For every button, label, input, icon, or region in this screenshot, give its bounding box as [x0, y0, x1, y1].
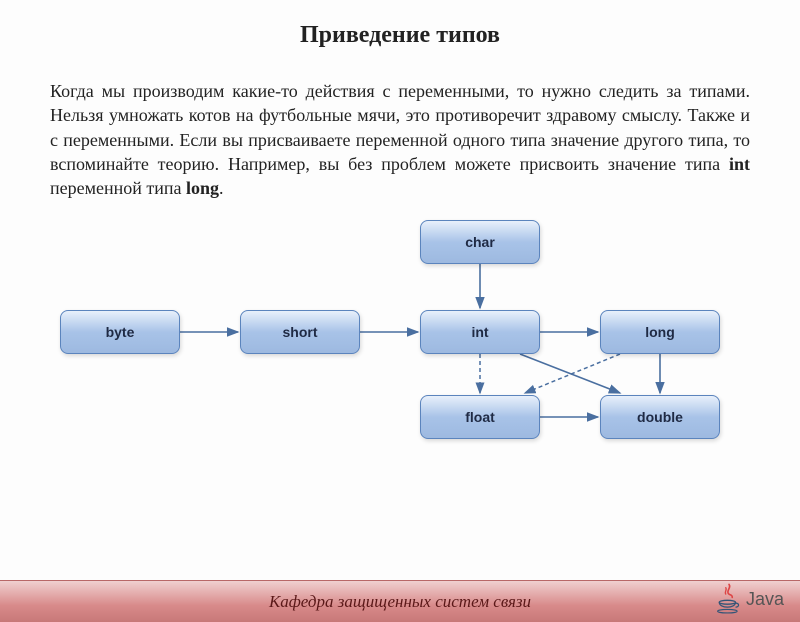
java-logo: Java — [716, 582, 784, 616]
para-int: int — [729, 154, 750, 174]
intro-paragraph: Когда мы производим какие-то действия с … — [50, 79, 750, 200]
node-int: int — [420, 310, 540, 354]
type-diagram: byte short char int long float double — [50, 210, 750, 440]
java-logo-text: Java — [746, 589, 784, 610]
node-short: short — [240, 310, 360, 354]
para-part1: Когда мы производим какие-то действия с … — [50, 81, 750, 174]
node-long: long — [600, 310, 720, 354]
node-double: double — [600, 395, 720, 439]
java-cup-icon — [716, 582, 742, 616]
node-byte: byte — [60, 310, 180, 354]
para-long: long — [186, 178, 219, 198]
page-title: Приведение типов — [0, 22, 800, 49]
node-float: float — [420, 395, 540, 439]
node-char: char — [420, 220, 540, 264]
footer-text: Кафедра защищенных систем связи — [269, 592, 531, 612]
para-part5: . — [219, 178, 224, 198]
para-part3: переменной типа — [50, 178, 186, 198]
footer-bar: Кафедра защищенных систем связи Java — [0, 580, 800, 622]
